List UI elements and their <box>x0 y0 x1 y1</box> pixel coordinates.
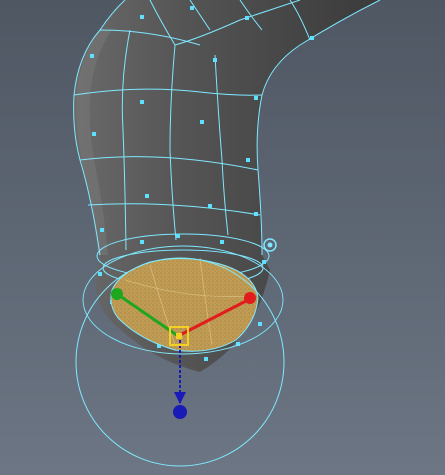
maya-3d-viewport[interactable] <box>0 0 445 475</box>
viewport-scene[interactable] <box>0 0 445 475</box>
move-center-handle-inner <box>176 333 182 339</box>
z-axis-tip[interactable] <box>173 405 187 419</box>
y-axis-tip[interactable] <box>111 288 123 300</box>
x-axis-tip[interactable] <box>244 292 256 304</box>
